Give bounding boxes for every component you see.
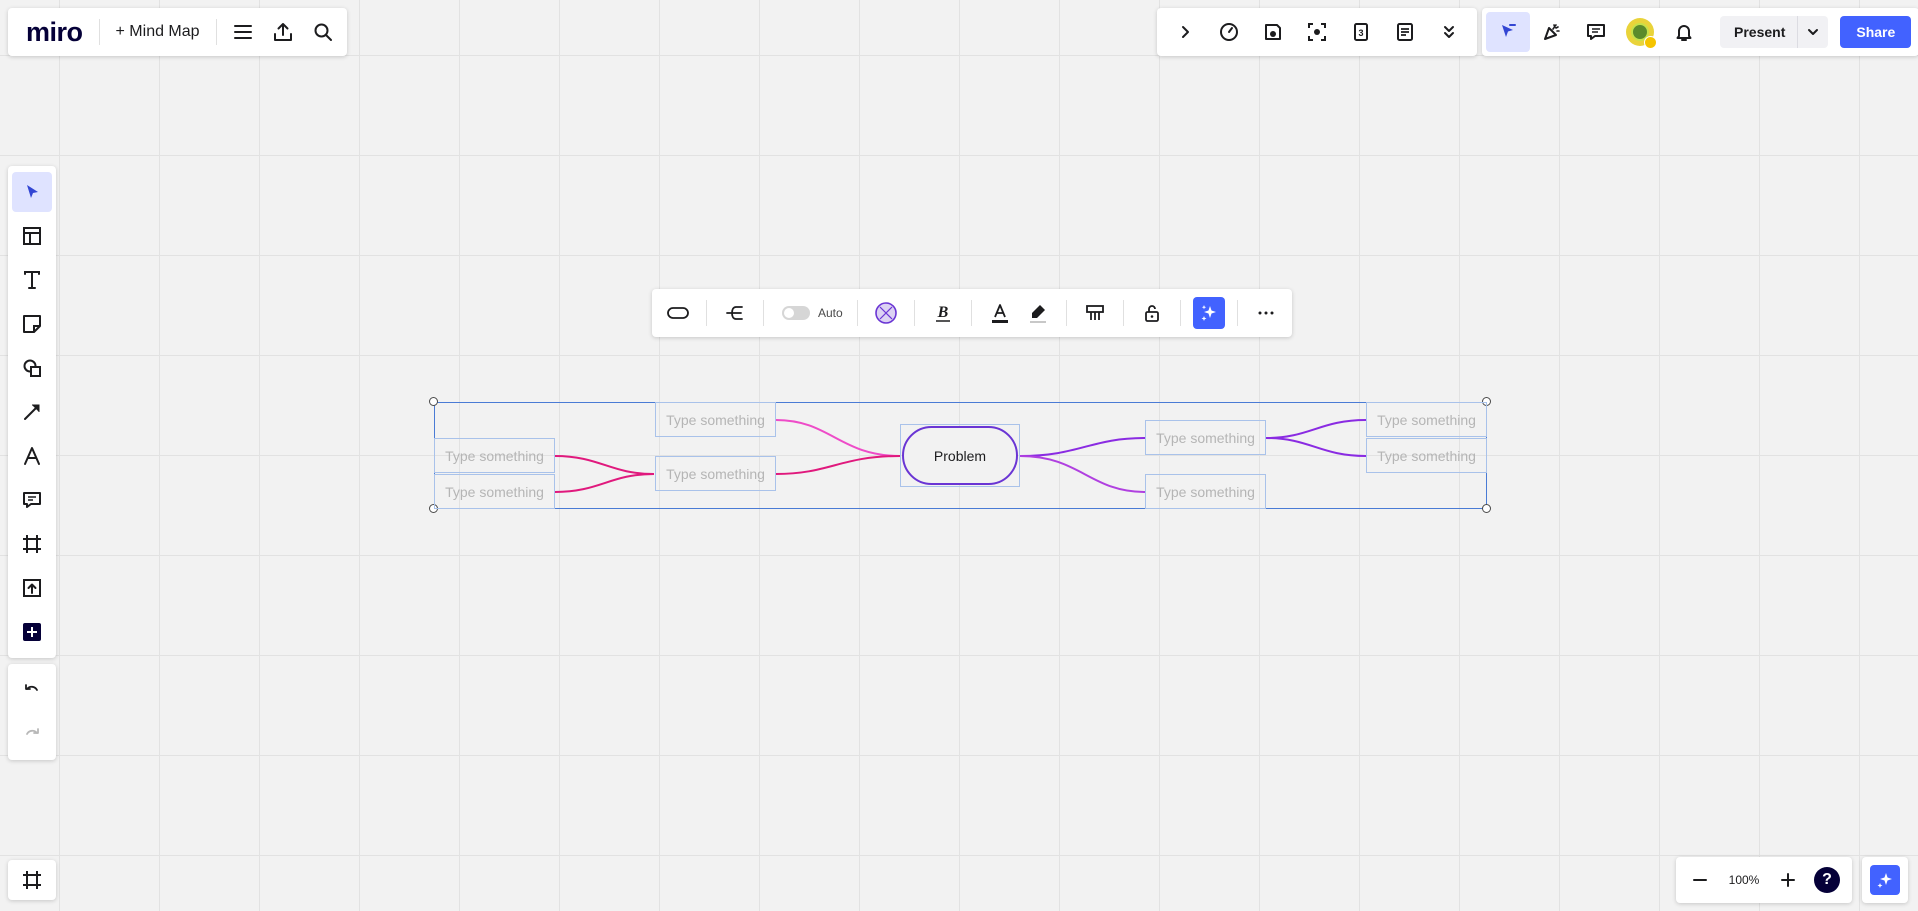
mindmap-node-far-right-top[interactable]: Type something bbox=[1366, 402, 1487, 437]
mindmap-node-far-left-bottom[interactable]: Type something bbox=[434, 474, 555, 509]
connector-line bbox=[554, 473, 655, 493]
mindmap-node-right-bottom[interactable]: Type something bbox=[1145, 474, 1266, 509]
connector-line bbox=[554, 455, 655, 475]
mindmap-node-far-left-top[interactable]: Type something bbox=[434, 438, 555, 473]
mindmap-node-left-top[interactable]: Type something bbox=[655, 402, 776, 437]
connector-line bbox=[1019, 455, 1146, 493]
connector-line bbox=[775, 455, 901, 475]
mindmap-node-right-top[interactable]: Type something bbox=[1145, 420, 1266, 455]
connector-line bbox=[1265, 437, 1367, 457]
root-node-label: Problem bbox=[902, 426, 1018, 485]
mindmap-node-left-middle[interactable]: Type something bbox=[655, 456, 776, 491]
mindmap-node-far-right-bottom[interactable]: Type something bbox=[1366, 438, 1487, 473]
mindmap-root-node[interactable]: Problem bbox=[900, 424, 1020, 487]
connector-line bbox=[775, 419, 901, 457]
connector-line bbox=[1265, 419, 1367, 439]
connector-line bbox=[1019, 437, 1146, 457]
